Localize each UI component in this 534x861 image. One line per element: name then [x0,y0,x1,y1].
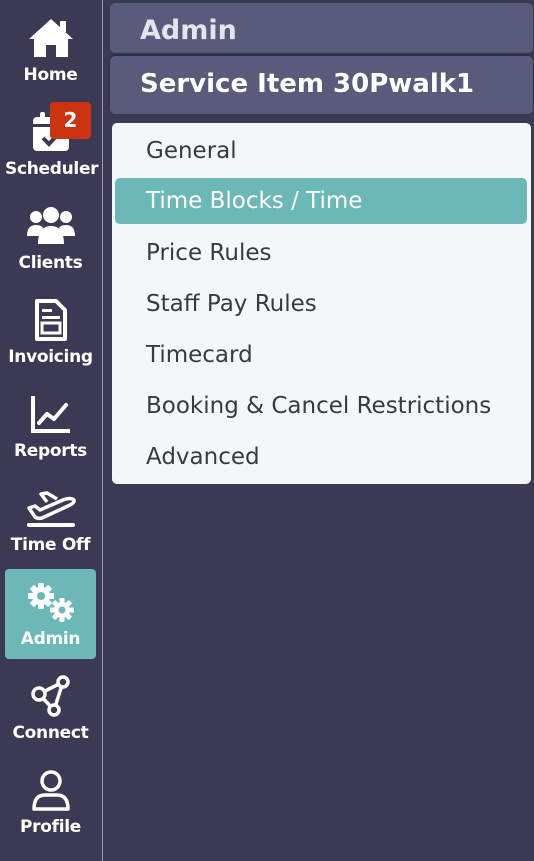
nav-item-admin[interactable]: Admin [5,569,96,659]
page-title: Service Item 30Pwalk1 [110,56,533,114]
menu-item-booking-cancel-restrictions[interactable]: Booking & Cancel Restrictions [115,383,527,429]
plane-departure-icon [5,485,96,531]
home-icon [5,15,96,61]
menu-item-general[interactable]: General [115,128,527,174]
nav-item-time-off[interactable]: Time Off [5,475,96,565]
nav-label-reports: Reports [14,441,87,461]
nav-item-reports[interactable]: Reports [5,381,96,471]
nav-item-profile[interactable]: Profile [5,757,96,847]
nav-label-admin: Admin [20,629,81,649]
nav-label-clients: Clients [18,253,83,273]
menu-item-price-rules[interactable]: Price Rules [115,230,527,276]
nav-label-invoicing: Invoicing [8,347,93,367]
nav-item-invoicing[interactable]: Invoicing [5,287,96,377]
nav-item-connect[interactable]: Connect [5,663,96,753]
section-header: Admin [110,3,533,53]
share-nodes-icon [5,673,96,719]
cogs-icon [5,579,96,625]
chart-line-icon [5,391,96,437]
users-icon [5,203,96,249]
sidebar: Home Scheduler Clients Invoicing Reports… [0,0,103,861]
invoice-icon [5,297,96,343]
nav-label-scheduler: Scheduler [5,159,99,179]
nav-item-home[interactable]: Home [5,5,96,95]
nav-label-profile: Profile [19,817,81,837]
menu-item-timecard[interactable]: Timecard [115,332,527,378]
menu-item-time-blocks[interactable]: Time Blocks / Time [115,178,527,224]
menu-item-advanced[interactable]: Advanced [115,434,527,480]
nav-label-connect: Connect [12,723,89,743]
nav-label-time-off: Time Off [10,535,91,555]
service-item-menu: General Time Blocks / Time Price Rules S… [112,123,531,484]
menu-item-staff-pay-rules[interactable]: Staff Pay Rules [115,281,527,327]
scheduler-notification-badge: 2 [50,102,91,139]
nav-item-clients[interactable]: Clients [5,193,96,283]
nav-label-home: Home [23,65,78,85]
user-icon [5,767,96,813]
